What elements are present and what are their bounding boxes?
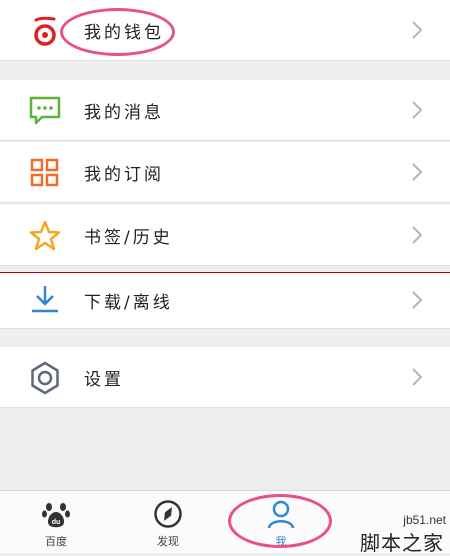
highlight-oval-wallet bbox=[60, 8, 175, 56]
chevron-right-icon bbox=[412, 291, 423, 309]
tab-label: 发现 bbox=[157, 535, 179, 548]
download-icon bbox=[32, 286, 58, 313]
chevron-right-icon bbox=[412, 368, 423, 386]
settings-gear-icon bbox=[31, 361, 59, 395]
menu-item-label: 书签/历史 bbox=[84, 228, 173, 248]
wallet-icon bbox=[34, 16, 56, 46]
svg-text:du: du bbox=[52, 519, 61, 526]
tab-label: 百度 bbox=[45, 535, 67, 548]
subscription-grid-icon bbox=[30, 158, 59, 187]
menu-item-label: 设置 bbox=[84, 370, 124, 390]
tab-discover[interactable]: 发现 bbox=[133, 491, 203, 553]
menu-item-downloads-offline[interactable]: 下载/离线 bbox=[0, 273, 450, 329]
chevron-right-icon bbox=[412, 21, 423, 39]
menu-item-label: 我的订阅 bbox=[84, 165, 164, 185]
menu-item-label: 我的消息 bbox=[84, 103, 164, 123]
star-icon bbox=[29, 220, 61, 251]
menu-item-settings[interactable]: 设置 bbox=[0, 347, 450, 408]
chevron-right-icon bbox=[412, 163, 423, 181]
baidu-paw-icon: du bbox=[42, 503, 70, 528]
compass-icon bbox=[154, 500, 182, 528]
watermark-site: jb51.net bbox=[403, 513, 446, 527]
chevron-right-icon bbox=[412, 226, 423, 244]
menu-item-subscriptions[interactable]: 我的订阅 bbox=[0, 142, 450, 203]
message-icon bbox=[29, 96, 61, 125]
menu-item-messages[interactable]: 我的消息 bbox=[0, 80, 450, 141]
tab-baidu[interactable]: du 百度 bbox=[21, 491, 91, 553]
highlight-oval-me-tab bbox=[228, 494, 332, 548]
chevron-right-icon bbox=[412, 101, 423, 119]
menu-item-label: 下载/离线 bbox=[84, 293, 173, 313]
menu-item-bookmarks-history[interactable]: 书签/历史 bbox=[0, 205, 450, 266]
